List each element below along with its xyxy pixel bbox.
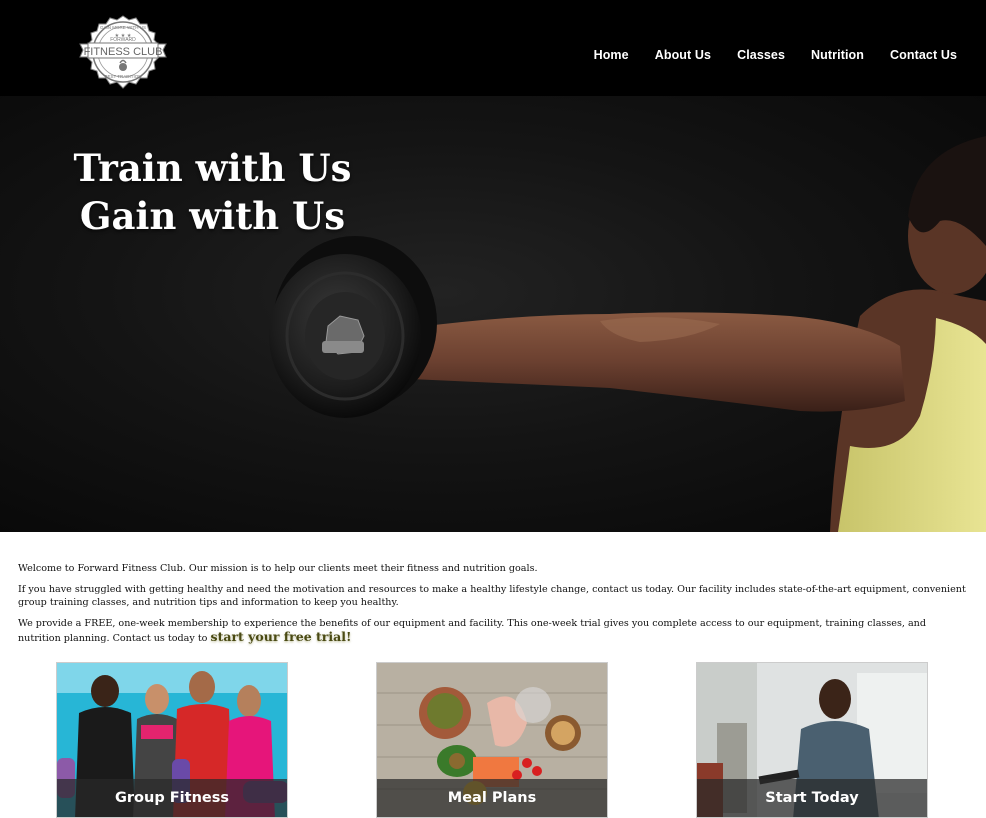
card-start-today[interactable]: Start Today	[696, 662, 928, 818]
welcome-paragraph: Welcome to Forward Fitness Club. Our mis…	[18, 563, 538, 574]
card-meal-plans[interactable]: Meal Plans	[376, 662, 608, 818]
hero-line-2: Gain with Us	[79, 194, 346, 238]
nav-about-us[interactable]: About Us	[655, 48, 711, 62]
hero-line-1: Train with Us	[73, 146, 352, 190]
logo-brand-text: FITNESS CLUB	[84, 46, 163, 58]
hero-headline: Train with Us Gain with Us	[40, 144, 385, 240]
intro-content: Welcome to Forward Fitness Club. Our mis…	[18, 562, 968, 653]
trial-paragraph: We provide a FREE, one-week membership t…	[18, 617, 968, 645]
nav-contact-us[interactable]: Contact Us	[890, 48, 957, 62]
card-label-meal-plans: Meal Plans	[377, 779, 607, 817]
card-label-start-today: Start Today	[697, 779, 927, 817]
logo-bottom-text: BEST TRADITION	[104, 74, 141, 79]
site-header: FITNESS CLUB FORWARD GAIN MORE WITH US B…	[0, 0, 986, 96]
card-group-fitness[interactable]: Group Fitness	[56, 662, 288, 818]
free-trial-link[interactable]: start your free trial!	[211, 629, 352, 644]
nav-nutrition[interactable]: Nutrition	[811, 48, 864, 62]
hero-banner: Train with Us Gain with Us	[0, 96, 986, 532]
logo-top-text: GAIN MORE WITH US	[100, 25, 146, 30]
facility-paragraph: If you have struggled with getting healt…	[18, 584, 966, 608]
trial-text: We provide a FREE, one-week membership t…	[18, 618, 927, 644]
card-label-group-fitness: Group Fitness	[57, 779, 287, 817]
fitness-club-logo[interactable]: FITNESS CLUB FORWARD GAIN MORE WITH US B…	[74, 14, 172, 90]
main-nav: Home About Us Classes Nutrition Contact …	[568, 48, 957, 62]
nav-home[interactable]: Home	[594, 48, 629, 62]
nav-classes[interactable]: Classes	[737, 48, 785, 62]
svg-text:★ ★ ★: ★ ★ ★	[115, 33, 132, 39]
